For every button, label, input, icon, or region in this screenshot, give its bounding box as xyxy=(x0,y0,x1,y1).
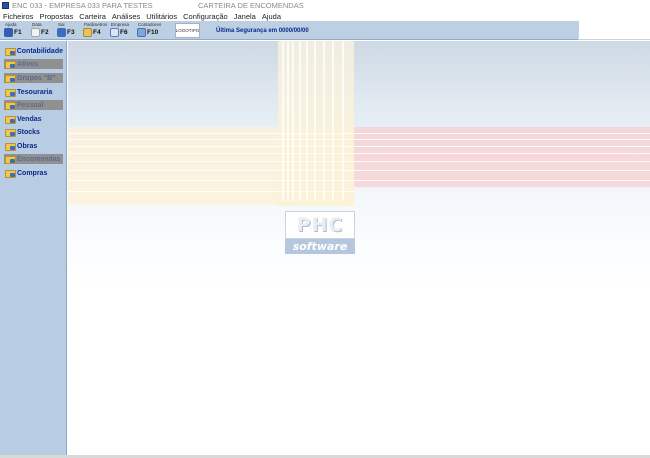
last-backup-info: Última Segurança em 0000/00/00 xyxy=(216,28,309,34)
sidebar-item-ativos[interactable]: Ativos xyxy=(4,59,63,69)
background-stripe xyxy=(332,41,334,201)
sidebar-item-tesouraria[interactable]: Tesouraria xyxy=(4,87,63,97)
background-stripe xyxy=(68,180,650,181)
background-stripe xyxy=(282,41,284,201)
sidebar-item-encomendas[interactable]: Encomendas xyxy=(4,154,63,164)
folder-icon xyxy=(83,28,92,37)
company-logo-box: LOGOTIPO xyxy=(175,23,200,38)
background-stripe xyxy=(323,41,325,201)
folder-icon xyxy=(5,142,16,151)
menu-ficheiros[interactable]: Ficheiros xyxy=(3,12,33,21)
parameters-button[interactable]: Parâmetros F4 xyxy=(81,22,107,39)
folder-icon xyxy=(5,115,16,124)
logo-bottom: software xyxy=(285,239,355,254)
background-stripe xyxy=(68,191,354,192)
menu-configuracao[interactable]: Configuração xyxy=(183,12,228,21)
exit-button[interactable]: Sai F3 xyxy=(55,22,79,39)
counter-icon xyxy=(137,28,146,37)
sidebar-item-grupos-b[interactable]: Grupos "B" xyxy=(4,73,63,83)
folder-icon xyxy=(5,128,16,137)
sidebar-item-contabilidade[interactable]: Contabilidade xyxy=(4,46,63,56)
parameters-caption: Parâmetros xyxy=(84,22,108,27)
background-stripe xyxy=(68,170,650,171)
counters-button[interactable]: Contadores F10 xyxy=(135,22,165,39)
background-stripe xyxy=(68,161,650,162)
date-caption: Data xyxy=(32,22,42,27)
user-icon xyxy=(57,28,66,37)
company-key: F6 xyxy=(120,29,128,36)
sidebar-item-label: Tesouraria xyxy=(17,88,53,96)
parameters-key: F4 xyxy=(93,29,101,36)
folder-icon xyxy=(5,74,16,83)
counters-caption: Contadores xyxy=(138,22,162,27)
app-title: ENC 033 - EMPRESA 033 PARA TESTES xyxy=(12,1,153,10)
exit-key: F3 xyxy=(67,29,75,36)
sidebar-item-label: Pessoal xyxy=(17,101,44,109)
menu-carteira[interactable]: Carteira xyxy=(79,12,106,21)
menu-ajuda[interactable]: Ajuda xyxy=(262,12,281,21)
menu-analises[interactable]: Análises xyxy=(112,12,140,21)
sidebar-item-label: Vendas xyxy=(17,115,42,123)
module-sidebar: Contabilidade Ativos Grupos "B" Tesourar… xyxy=(0,41,67,458)
background-stripe xyxy=(306,41,308,201)
menu-janela[interactable]: Janela xyxy=(234,12,256,21)
date-key: F2 xyxy=(41,29,49,36)
last-backup-value: 0000/00/00 xyxy=(278,28,309,34)
background-stripe xyxy=(68,133,650,134)
background-stripe xyxy=(287,41,289,201)
exit-caption: Sai xyxy=(58,22,65,27)
app-icon xyxy=(2,2,9,9)
menu-bar: Ficheiros Propostas Carteira Análises Ut… xyxy=(0,11,650,21)
window-title: CARTEIRA DE ENCOMENDAS xyxy=(198,1,304,10)
sidebar-item-label: Obras xyxy=(17,142,38,150)
background-stripe xyxy=(342,41,344,201)
last-backup-label: Última Segurança em xyxy=(216,28,278,34)
folder-icon xyxy=(5,155,16,164)
help-caption: Ajuda xyxy=(5,22,17,27)
folder-icon xyxy=(5,169,16,178)
logo-top: PHC xyxy=(285,211,355,239)
sidebar-item-pessoal[interactable]: Pessoal xyxy=(4,100,63,110)
counters-key: F10 xyxy=(147,29,159,36)
toolbar: Ajuda F1 Data F2 Sai F3 Parâmetros F4 Em… xyxy=(0,21,578,40)
sidebar-item-vendas[interactable]: Vendas xyxy=(4,114,63,124)
folder-icon xyxy=(5,60,16,69)
background-stripe xyxy=(314,41,316,201)
background-stripe xyxy=(292,41,294,201)
main-workspace: PHC software xyxy=(68,41,650,458)
sidebar-item-label: Grupos "B" xyxy=(17,74,56,82)
calendar-icon xyxy=(31,28,40,37)
sidebar-item-label: Compras xyxy=(17,169,48,177)
background-stripe xyxy=(299,41,301,201)
menu-propostas[interactable]: Propostas xyxy=(39,12,73,21)
sidebar-item-label: Contabilidade xyxy=(16,47,63,55)
sidebar-item-label: Ativos xyxy=(17,60,39,68)
background-stripe xyxy=(68,146,650,147)
sidebar-item-stocks[interactable]: Stocks xyxy=(4,127,63,137)
company-button[interactable]: Empresa F6 xyxy=(108,22,134,39)
help-key: F1 xyxy=(14,29,22,36)
folder-icon xyxy=(5,47,16,56)
menu-utilitarios[interactable]: Utilitários xyxy=(146,12,177,21)
sidebar-item-label: Encomendas xyxy=(17,155,61,163)
help-icon xyxy=(4,28,13,37)
background-stripe xyxy=(68,139,650,140)
sidebar-item-obras[interactable]: Obras xyxy=(4,141,63,151)
background-decoration xyxy=(354,127,650,187)
toolbar-blank-area xyxy=(578,21,650,40)
folder-icon xyxy=(5,101,16,110)
company-caption: Empresa xyxy=(111,22,130,27)
background-stripe xyxy=(68,153,650,154)
company-icon xyxy=(110,28,119,37)
date-button[interactable]: Data F2 xyxy=(29,22,53,39)
title-bar: ENC 033 - EMPRESA 033 PARA TESTES xyxy=(0,0,650,11)
help-button[interactable]: Ajuda F1 xyxy=(2,22,26,39)
phc-software-logo: PHC software xyxy=(285,211,355,254)
sidebar-item-compras[interactable]: Compras xyxy=(4,168,63,178)
sidebar-item-label: Stocks xyxy=(17,128,40,136)
folder-icon xyxy=(5,88,16,97)
